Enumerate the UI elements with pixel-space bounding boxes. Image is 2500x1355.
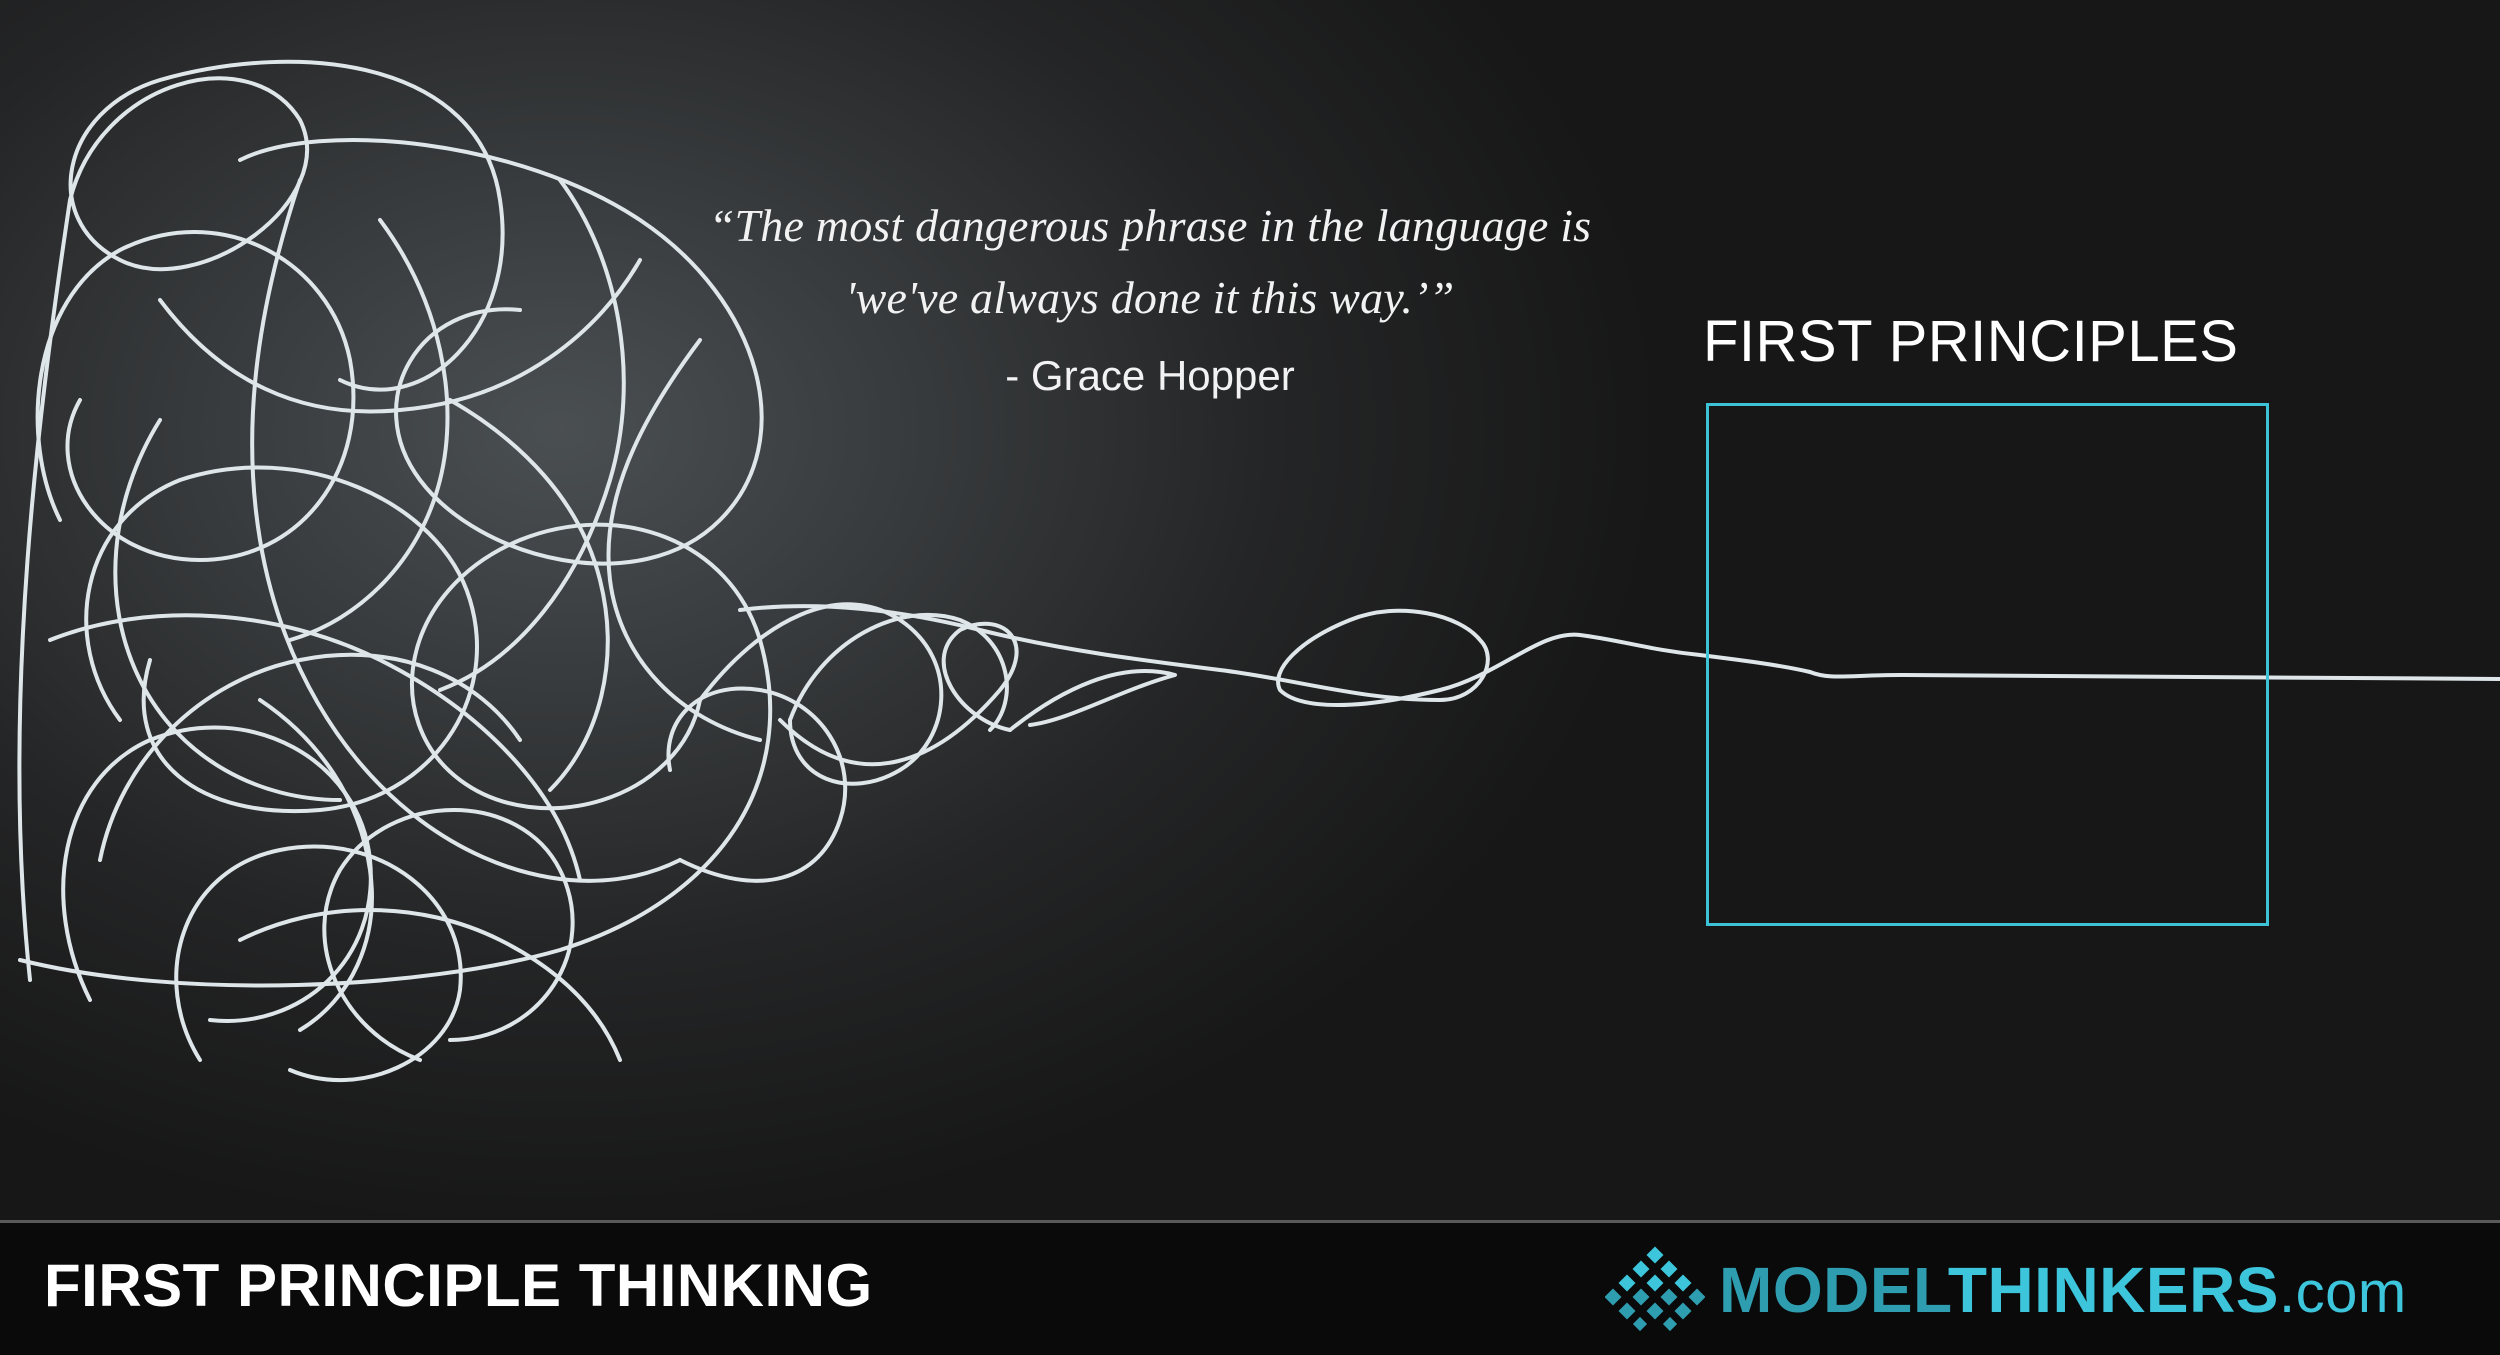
quote-line-2: 'we've always done it this way.’” xyxy=(845,272,1455,323)
quote-author: - Grace Hopper xyxy=(1005,352,1295,399)
brand-part-thinkers: THINKERS xyxy=(1947,1254,2279,1326)
brand-name: MODELTHINKERS.com xyxy=(1719,1253,2407,1327)
quote-block: “The most dangerous phrase in the langua… xyxy=(620,190,1680,418)
brand-part-model: MODEL xyxy=(1719,1254,1948,1326)
first-principles-box xyxy=(1706,403,2269,926)
footer-title: FIRST PRINCIPLE THINKING xyxy=(44,1252,873,1319)
diamond-grid-logo-icon xyxy=(1605,1246,1705,1332)
brand-logo[interactable]: MODELTHINKERS.com xyxy=(1605,1245,2407,1335)
slide: “The most dangerous phrase in the langua… xyxy=(0,0,2500,1355)
brand-part-domain: .com xyxy=(2278,1260,2407,1325)
footer-bar: FIRST PRINCIPLE THINKING MODELTHINKERS.c… xyxy=(0,1220,2500,1355)
quote-line-1: “The most dangerous phrase in the langua… xyxy=(708,200,1592,251)
first-principles-label: FIRST PRINCIPLES xyxy=(1703,309,2239,374)
